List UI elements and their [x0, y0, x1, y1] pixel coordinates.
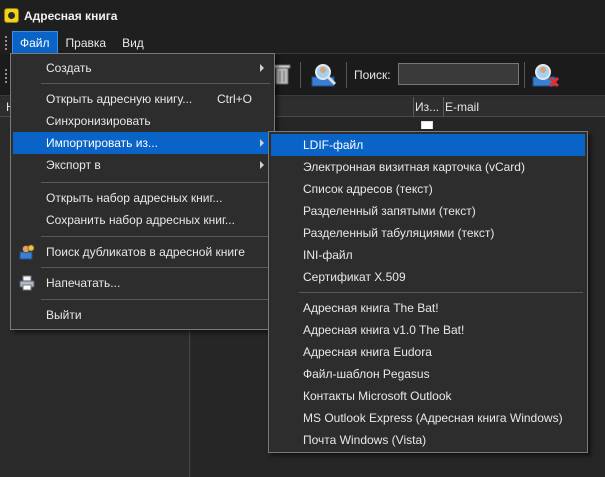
row-checkbox[interactable]: [421, 121, 433, 129]
menu-item-synchronize[interactable]: Синхронизировать: [13, 110, 272, 132]
clear-search-icon[interactable]: [529, 60, 561, 90]
search-input[interactable]: [398, 63, 519, 85]
import-item-eudora[interactable]: Адресная книга Eudora: [271, 341, 585, 363]
menu-file[interactable]: Файл: [12, 31, 58, 54]
window-title: Адресная книга: [24, 8, 118, 23]
import-item-outlook[interactable]: Контакты Microsoft Outlook: [271, 385, 585, 407]
import-item-pegasus[interactable]: Файл-шаблон Pegasus: [271, 363, 585, 385]
menu-item-print[interactable]: Напечатать...: [13, 272, 272, 294]
import-item-ldif[interactable]: LDIF-файл: [271, 134, 585, 156]
column-header-email[interactable]: E-mail: [445, 100, 479, 114]
menubar-grip-handle[interactable]: [4, 35, 8, 50]
menu-edit[interactable]: Правка: [58, 31, 115, 54]
file-menu-dropdown: Создать Открыть адресную книгу... Ctrl+O…: [10, 53, 275, 330]
import-submenu: LDIF-файл Электронная визитная карточка …: [268, 131, 588, 453]
import-item-csv[interactable]: Разделенный запятыми (текст): [271, 200, 585, 222]
submenu-arrow-icon: [260, 64, 264, 72]
search-label: Поиск:: [354, 68, 391, 82]
printer-icon: [19, 275, 35, 291]
find-contact-icon[interactable]: [308, 60, 340, 90]
menu-bar: Файл Правка Вид: [0, 31, 605, 54]
import-item-outlook-express[interactable]: MS Outlook Express (Адресная книга Windo…: [271, 407, 585, 429]
menu-item-import-from[interactable]: Импортировать из...: [13, 132, 272, 154]
toolbar-grip-handle[interactable]: [4, 68, 8, 84]
import-item-address-list[interactable]: Список адресов (текст): [271, 178, 585, 200]
menu-item-save-book-set[interactable]: Сохранить набор адресных книг...: [13, 209, 272, 231]
app-icon: [4, 8, 19, 23]
import-item-tab-separated[interactable]: Разделенный табуляциями (текст): [271, 222, 585, 244]
menu-item-find-duplicates[interactable]: Поиск дубликатов в адресной книге: [13, 241, 272, 263]
column-header-from[interactable]: Из...: [415, 100, 439, 114]
menu-item-open-book-set[interactable]: Открыть набор адресных книг...: [13, 187, 272, 209]
menu-item-exit[interactable]: Выйти: [13, 304, 272, 326]
import-item-thebat[interactable]: Адресная книга The Bat!: [271, 297, 585, 319]
menu-item-export-to[interactable]: Экспорт в: [13, 154, 272, 176]
duplicates-icon: [19, 244, 35, 260]
submenu-arrow-icon: [260, 161, 264, 169]
import-item-x509[interactable]: Сертификат X.509: [271, 266, 585, 288]
submenu-arrow-icon: [260, 139, 264, 147]
title-bar: Адресная книга: [0, 0, 605, 31]
import-item-ini[interactable]: INI-файл: [271, 244, 585, 266]
menu-view[interactable]: Вид: [114, 31, 152, 54]
menu-item-create[interactable]: Создать: [13, 57, 272, 79]
menu-item-open-address-book[interactable]: Открыть адресную книгу... Ctrl+O: [13, 88, 272, 110]
import-item-thebat-v1[interactable]: Адресная книга v1.0 The Bat!: [271, 319, 585, 341]
import-item-windows-mail[interactable]: Почта Windows (Vista): [271, 429, 585, 451]
shortcut-label: Ctrl+O: [216, 92, 252, 106]
import-item-vcard[interactable]: Электронная визитная карточка (vCard): [271, 156, 585, 178]
